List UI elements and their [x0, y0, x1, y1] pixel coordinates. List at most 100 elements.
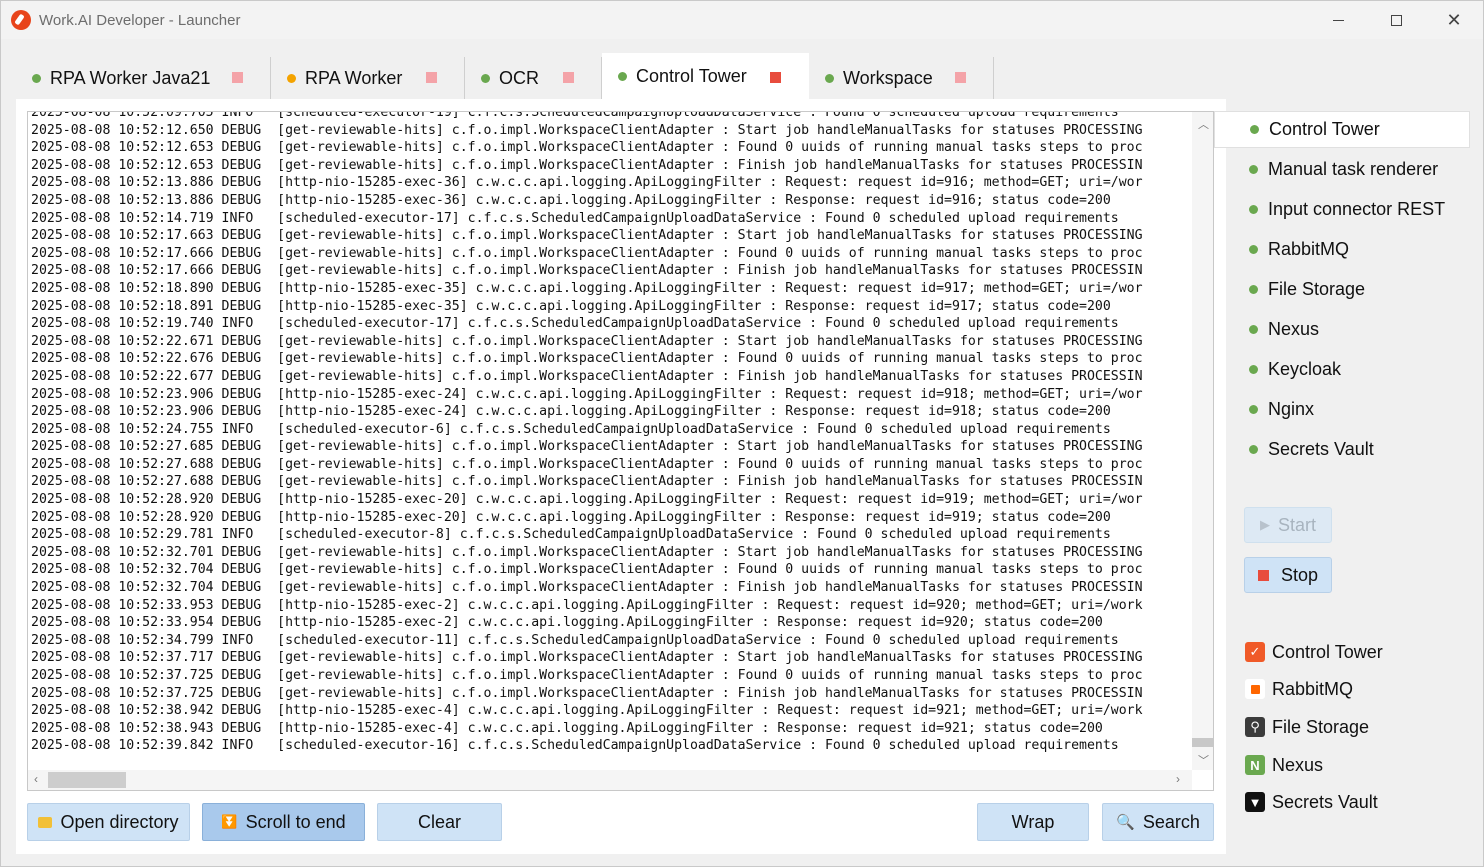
link-rabbitmq[interactable]: RabbitMQ	[1245, 677, 1353, 701]
scroll-to-end-label: Scroll to end	[245, 811, 346, 832]
service-item-rabbitmq[interactable]: RabbitMQ	[1214, 231, 1470, 268]
service-label: Nginx	[1268, 399, 1315, 419]
scroll-left-icon[interactable]: ‹	[34, 772, 38, 786]
status-dot-icon	[1249, 165, 1258, 174]
status-dot-icon	[1249, 205, 1258, 214]
close-icon: ✕	[1446, 9, 1462, 30]
horizontal-scrollbar[interactable]: ‹ ›	[28, 770, 1192, 790]
maximize-button[interactable]	[1367, 1, 1425, 39]
stop-button[interactable]: Stop	[1244, 557, 1332, 593]
log-line: 2025-08-08 10:52:24.755 INFO [scheduled-…	[31, 421, 1111, 437]
link-label: RabbitMQ	[1272, 678, 1354, 699]
service-item-control-tower[interactable]: Control Tower	[1214, 111, 1470, 148]
tab-label: Workspace	[843, 67, 933, 88]
tab-label: Control Tower	[636, 65, 747, 86]
log-line: 2025-08-08 10:52:13.886 DEBUG [http-nio-…	[31, 192, 1111, 208]
tab-label: RPA Worker	[305, 67, 403, 88]
log-line: 2025-08-08 10:52:19.740 INFO [scheduled-…	[31, 316, 1119, 332]
scroll-to-end-button[interactable]: ⏬ Scroll to end	[202, 803, 365, 841]
service-label: RabbitMQ	[1268, 239, 1350, 259]
tab-rpa-worker-java21[interactable]: RPA Worker Java21	[16, 57, 271, 99]
stop-label: Stop	[1280, 564, 1319, 585]
log-line: 2025-08-08 10:52:17.666 DEBUG [get-revie…	[31, 263, 1143, 279]
scroll-up-icon[interactable]: ︿	[1198, 116, 1209, 132]
link-file-storage[interactable]: ⚲ File Storage	[1245, 715, 1369, 739]
tab-ocr[interactable]: OCR	[465, 57, 602, 99]
log-line: 2025-08-08 10:52:12.653 DEBUG [get-revie…	[31, 140, 1143, 156]
vertical-scroll-thumb[interactable]	[1192, 738, 1213, 747]
stop-square-icon[interactable]	[232, 72, 243, 83]
log-line: 2025-08-08 10:52:12.653 DEBUG [get-revie…	[31, 157, 1143, 173]
log-line: 2025-08-08 10:52:27.688 DEBUG [get-revie…	[31, 474, 1143, 490]
log-line: 2025-08-08 10:52:38.943 DEBUG [http-nio-…	[31, 720, 1103, 736]
status-dot-icon	[1249, 285, 1258, 294]
minimize-button[interactable]	[1309, 1, 1367, 39]
window-title: Work.AI Developer - Launcher	[39, 12, 241, 29]
start-button[interactable]: ▶ Start	[1244, 507, 1332, 543]
open-directory-button[interactable]: Open directory	[27, 803, 190, 841]
log-line: 2025-08-08 10:52:32.704 DEBUG [get-revie…	[31, 580, 1143, 596]
stop-square-icon[interactable]	[426, 72, 437, 83]
stop-square-icon[interactable]	[563, 72, 574, 83]
tab-workspace[interactable]: Workspace	[809, 57, 994, 99]
service-item-nginx[interactable]: Nginx	[1214, 391, 1470, 428]
open-directory-label: Open directory	[60, 811, 179, 832]
control-tower-icon: ✓	[1245, 642, 1265, 662]
log-line: 2025-08-08 10:52:14.719 INFO [scheduled-…	[31, 210, 1119, 226]
log-line: 2025-08-08 10:52:32.704 DEBUG [get-revie…	[31, 562, 1143, 578]
tab-rpa-worker[interactable]: RPA Worker	[271, 57, 465, 99]
service-item-nexus[interactable]: Nexus	[1214, 311, 1470, 348]
stop-square-icon[interactable]	[955, 72, 966, 83]
vertical-scrollbar[interactable]: ︿ ﹀	[1192, 112, 1213, 770]
log-line: 2025-08-08 10:52:18.890 DEBUG [http-nio-…	[31, 280, 1143, 296]
log-line: 2025-08-08 10:52:18.891 DEBUG [http-nio-…	[31, 298, 1111, 314]
link-control-tower[interactable]: ✓ Control Tower	[1245, 640, 1383, 664]
log-line: 2025-08-08 10:52:37.725 DEBUG [get-revie…	[31, 668, 1143, 683]
log-line: 2025-08-08 10:52:22.677 DEBUG [get-revie…	[31, 368, 1143, 384]
tab-bar: RPA Worker Java21 RPA Worker OCR Control…	[16, 53, 1216, 99]
log-line: 2025-08-08 10:52:09.705 INFO [scheduled-…	[31, 111, 1119, 120]
log-line: 2025-08-08 10:52:33.953 DEBUG [http-nio-…	[31, 597, 1143, 613]
status-dot-icon	[825, 73, 834, 83]
log-line: 2025-08-08 10:52:17.663 DEBUG [get-revie…	[31, 228, 1143, 244]
scroll-down-icon[interactable]: ﹀	[1198, 752, 1209, 768]
link-nexus[interactable]: N Nexus	[1245, 753, 1323, 777]
log-line: 2025-08-08 10:52:17.666 DEBUG [get-revie…	[31, 245, 1143, 261]
log-line: 2025-08-08 10:52:39.842 INFO [scheduled-…	[31, 738, 1119, 754]
log-viewer[interactable]: 2025-08-08 10:52:09.705 INFO [scheduled-…	[27, 111, 1214, 791]
folder-icon	[38, 816, 53, 828]
tab-label: OCR	[499, 67, 539, 88]
play-icon: ▶	[1259, 517, 1270, 532]
horizontal-scroll-thumb[interactable]	[48, 772, 126, 788]
log-line: 2025-08-08 10:52:37.725 DEBUG [get-revie…	[31, 685, 1143, 701]
log-text[interactable]: 2025-08-08 10:52:09.705 INFO [scheduled-…	[31, 111, 1191, 755]
stop-icon	[1257, 569, 1269, 581]
log-line: 2025-08-08 10:52:28.920 DEBUG [http-nio-…	[31, 492, 1143, 508]
scroll-right-icon[interactable]: ›	[1176, 772, 1180, 786]
launcher-window: Work.AI Developer - Launcher ✕ RPA Worke…	[0, 0, 1484, 867]
log-line: 2025-08-08 10:52:28.920 DEBUG [http-nio-…	[31, 509, 1111, 525]
status-dot-icon	[1249, 365, 1258, 374]
log-line: 2025-08-08 10:52:37.717 DEBUG [get-revie…	[31, 650, 1143, 666]
service-item-secrets-vault[interactable]: Secrets Vault	[1214, 431, 1470, 468]
link-secrets-vault[interactable]: ▼ Secrets Vault	[1245, 790, 1378, 814]
service-item-file-storage[interactable]: File Storage	[1214, 271, 1470, 308]
service-label: Input connector REST	[1268, 199, 1446, 219]
log-line: 2025-08-08 10:52:27.688 DEBUG [get-revie…	[31, 456, 1143, 472]
status-dot-icon	[1249, 325, 1258, 334]
tab-control-tower[interactable]: Control Tower	[602, 53, 809, 99]
wrap-label: Wrap	[1011, 811, 1055, 832]
link-label: File Storage	[1272, 716, 1370, 737]
service-item-keycloak[interactable]: Keycloak	[1214, 351, 1470, 388]
log-line: 2025-08-08 10:52:22.671 DEBUG [get-revie…	[31, 333, 1143, 349]
wrap-button[interactable]: Wrap	[977, 803, 1089, 841]
service-item-input-connector-rest[interactable]: Input connector REST	[1214, 191, 1470, 228]
service-label: Secrets Vault	[1268, 439, 1374, 459]
service-label: Keycloak	[1268, 359, 1342, 379]
stop-square-icon[interactable]	[770, 72, 781, 83]
link-label: Secrets Vault	[1272, 791, 1378, 812]
service-item-manual-task-renderer[interactable]: Manual task renderer	[1214, 151, 1470, 188]
search-button[interactable]: 🔍 Search	[1102, 803, 1214, 841]
close-button[interactable]: ✕	[1425, 1, 1483, 39]
clear-button[interactable]: Clear	[377, 803, 502, 841]
